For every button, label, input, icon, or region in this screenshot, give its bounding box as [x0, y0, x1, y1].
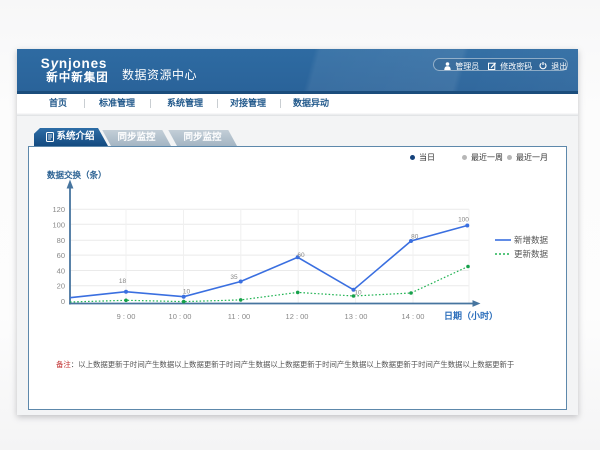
svg-text:35: 35: [230, 274, 238, 281]
svg-text:新增数据: 新增数据: [514, 235, 549, 245]
svg-text:更新数据: 更新数据: [514, 249, 549, 259]
svg-text:13 : 00: 13 : 00: [345, 312, 368, 321]
svg-text:11 : 00: 11 : 00: [228, 312, 250, 321]
svg-text:40: 40: [57, 267, 65, 276]
svg-text:0: 0: [61, 297, 65, 306]
svg-text:20: 20: [57, 282, 65, 291]
svg-text:120: 120: [52, 205, 65, 214]
svg-text:10: 10: [183, 289, 191, 296]
svg-text:12 : 00: 12 : 00: [286, 312, 309, 321]
svg-text:9 : 00: 9 : 00: [117, 312, 136, 321]
svg-text:100: 100: [52, 220, 65, 229]
svg-text:14 : 00: 14 : 00: [402, 312, 425, 321]
svg-text:日期（小时）: 日期（小时）: [444, 310, 498, 321]
svg-text:18: 18: [119, 278, 127, 285]
svg-text:10 : 00: 10 : 00: [169, 312, 192, 321]
svg-text:80: 80: [411, 234, 419, 241]
svg-text:100: 100: [458, 217, 469, 224]
svg-text:80: 80: [57, 236, 65, 245]
svg-text:60: 60: [297, 252, 305, 259]
svg-text:60: 60: [57, 251, 65, 260]
svg-text:10: 10: [354, 290, 362, 297]
